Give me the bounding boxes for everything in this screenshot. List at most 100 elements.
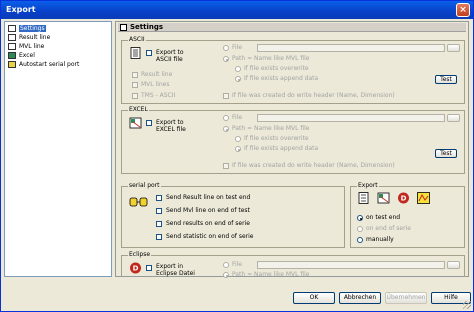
settings-panel: Settings ASCII Export to ASCII file Resu… bbox=[115, 21, 469, 278]
tree-item-result-line[interactable]: Result line bbox=[8, 33, 50, 41]
svg-text:D: D bbox=[133, 265, 139, 273]
ascii-group-label: ASCII bbox=[128, 36, 146, 43]
send-results-label: Send results on end of serie bbox=[166, 220, 250, 227]
settings-icon bbox=[8, 24, 16, 32]
settings-tree: Settings Result line MVL line Excel Auto… bbox=[4, 21, 112, 277]
eclipse-browse-button[interactable] bbox=[447, 261, 460, 269]
close-button[interactable]: × bbox=[456, 3, 470, 17]
eclipse-export-label: Export in Eclipse Datei bbox=[156, 263, 195, 277]
ascii-append-label: If file exists append data bbox=[244, 75, 319, 82]
ascii-append-radio[interactable] bbox=[235, 76, 241, 82]
excel-export-label: Export to EXCEL file bbox=[156, 119, 186, 133]
tree-item-label: Autostart serial port bbox=[19, 60, 80, 68]
settings-icon bbox=[120, 23, 127, 31]
ascii-header-label: If file was created do write header (Nam… bbox=[232, 92, 395, 99]
serial-port-group: serial port Send Result line on test end… bbox=[121, 182, 345, 248]
tree-item-settings[interactable]: Settings bbox=[8, 24, 46, 32]
ascii-export-checkbox[interactable] bbox=[146, 50, 152, 56]
window-title: Export bbox=[6, 5, 36, 14]
send-results-checkbox[interactable] bbox=[156, 221, 162, 227]
excel-file-input[interactable] bbox=[257, 114, 445, 122]
eclipse-group: Eclipse D Export in Eclipse Datei File P… bbox=[121, 251, 465, 278]
send-result-line-label: Send Result line on test end bbox=[166, 194, 251, 201]
excel-test-button[interactable]: Test bbox=[435, 149, 457, 158]
document-icon bbox=[8, 42, 16, 50]
on-end-of-serie-label: on end of serie bbox=[366, 225, 411, 232]
excel-overwrite-label: If file exists overwrite bbox=[244, 135, 309, 142]
excel-icon bbox=[8, 51, 16, 59]
title-bar: Export × bbox=[1, 1, 473, 19]
ok-button[interactable]: OK bbox=[293, 292, 335, 304]
excel-header-checkbox[interactable] bbox=[223, 163, 229, 169]
eclipse-path-label: Path = Name like MVL file bbox=[232, 271, 310, 278]
ascii-path-radio[interactable] bbox=[223, 56, 229, 62]
eclipse-file-input[interactable] bbox=[257, 261, 445, 269]
on-test-end-radio[interactable] bbox=[357, 215, 363, 221]
ascii-file-radio[interactable] bbox=[223, 45, 229, 51]
excel-export-checkbox[interactable] bbox=[146, 120, 152, 126]
chart-icon[interactable] bbox=[417, 192, 430, 204]
apply-button[interactable]: Übernehmen bbox=[385, 292, 427, 304]
tms-ascii-label: TMS - ASCII bbox=[141, 92, 176, 99]
send-statistic-checkbox[interactable] bbox=[156, 234, 162, 240]
document-icon[interactable] bbox=[357, 192, 370, 204]
panel-header: Settings bbox=[118, 23, 466, 32]
eclipse-export-checkbox[interactable] bbox=[146, 265, 152, 271]
excel-file-icon bbox=[129, 117, 142, 129]
result-line-label: Result line bbox=[141, 71, 173, 78]
serial-port-icon bbox=[8, 60, 16, 68]
export-mode-group: Export D on test end on end of serie man… bbox=[350, 182, 465, 248]
result-line-checkbox[interactable] bbox=[132, 72, 138, 78]
excel-icon[interactable] bbox=[377, 192, 390, 204]
mvl-lines-checkbox[interactable] bbox=[132, 82, 138, 88]
tree-item-label: Settings bbox=[19, 24, 46, 32]
excel-append-label: If file exists append data bbox=[244, 145, 319, 152]
send-mvl-line-label: Send Mvl line on end of test bbox=[166, 207, 250, 214]
excel-group: EXCEL Export to EXCEL file File Path = N… bbox=[121, 106, 465, 174]
manually-radio[interactable] bbox=[357, 237, 363, 243]
svg-text:D: D bbox=[401, 195, 407, 203]
manually-label: manually bbox=[366, 236, 394, 243]
on-test-end-label: on test end bbox=[366, 214, 401, 221]
mvl-lines-label: MVL lines bbox=[141, 81, 170, 88]
ascii-file-label: File bbox=[232, 44, 243, 51]
tms-ascii-checkbox[interactable] bbox=[132, 93, 138, 99]
eclipse-file-label: File bbox=[232, 261, 243, 268]
eclipse-file-radio[interactable] bbox=[223, 262, 229, 268]
tree-item-mvl-line[interactable]: MVL line bbox=[8, 42, 44, 50]
serial-port-group-label: serial port bbox=[128, 182, 161, 189]
excel-append-radio[interactable] bbox=[235, 146, 241, 152]
excel-path-radio[interactable] bbox=[223, 126, 229, 132]
panel-title: Settings bbox=[130, 23, 164, 31]
serial-port-icon bbox=[129, 197, 148, 207]
eclipse-d-icon[interactable]: D bbox=[397, 192, 410, 204]
tree-item-serial-port[interactable]: Autostart serial port bbox=[8, 60, 79, 68]
eclipse-d-icon: D bbox=[130, 262, 141, 274]
ascii-export-label: Export to ASCII file bbox=[156, 49, 184, 63]
tree-item-excel[interactable]: Excel bbox=[8, 51, 35, 59]
excel-file-radio[interactable] bbox=[223, 115, 229, 121]
ascii-overwrite-radio[interactable] bbox=[235, 66, 241, 72]
export-mode-group-label: Export bbox=[357, 182, 379, 189]
tree-item-label: MVL line bbox=[19, 42, 45, 50]
excel-browse-button[interactable] bbox=[447, 114, 460, 122]
excel-group-label: EXCEL bbox=[128, 106, 149, 113]
ascii-browse-button[interactable] bbox=[447, 44, 460, 52]
send-mvl-line-checkbox[interactable] bbox=[156, 208, 162, 214]
excel-file-label: File bbox=[232, 114, 243, 121]
ascii-header-checkbox[interactable] bbox=[223, 93, 229, 99]
ascii-group: ASCII Export to ASCII file Result line M… bbox=[121, 36, 465, 104]
excel-overwrite-radio[interactable] bbox=[235, 136, 241, 142]
on-end-of-serie-radio[interactable] bbox=[357, 226, 363, 232]
ascii-path-label: Path = Name like MVL file bbox=[232, 55, 310, 62]
excel-header-label: If file was created do write header (Nam… bbox=[232, 162, 395, 169]
ascii-test-button[interactable]: Test bbox=[435, 75, 457, 84]
eclipse-path-radio[interactable] bbox=[223, 272, 229, 278]
ascii-file-input[interactable] bbox=[257, 44, 445, 52]
export-dialog: Export × Settings Result line MVL line E… bbox=[0, 0, 474, 312]
resize-grip[interactable] bbox=[463, 301, 471, 309]
excel-path-label: Path = Name like MVL file bbox=[232, 125, 310, 132]
cancel-button[interactable]: Abbrechen bbox=[339, 292, 381, 304]
send-statistic-label: Send statistic on end of serie bbox=[166, 233, 254, 240]
send-result-line-checkbox[interactable] bbox=[156, 195, 162, 201]
